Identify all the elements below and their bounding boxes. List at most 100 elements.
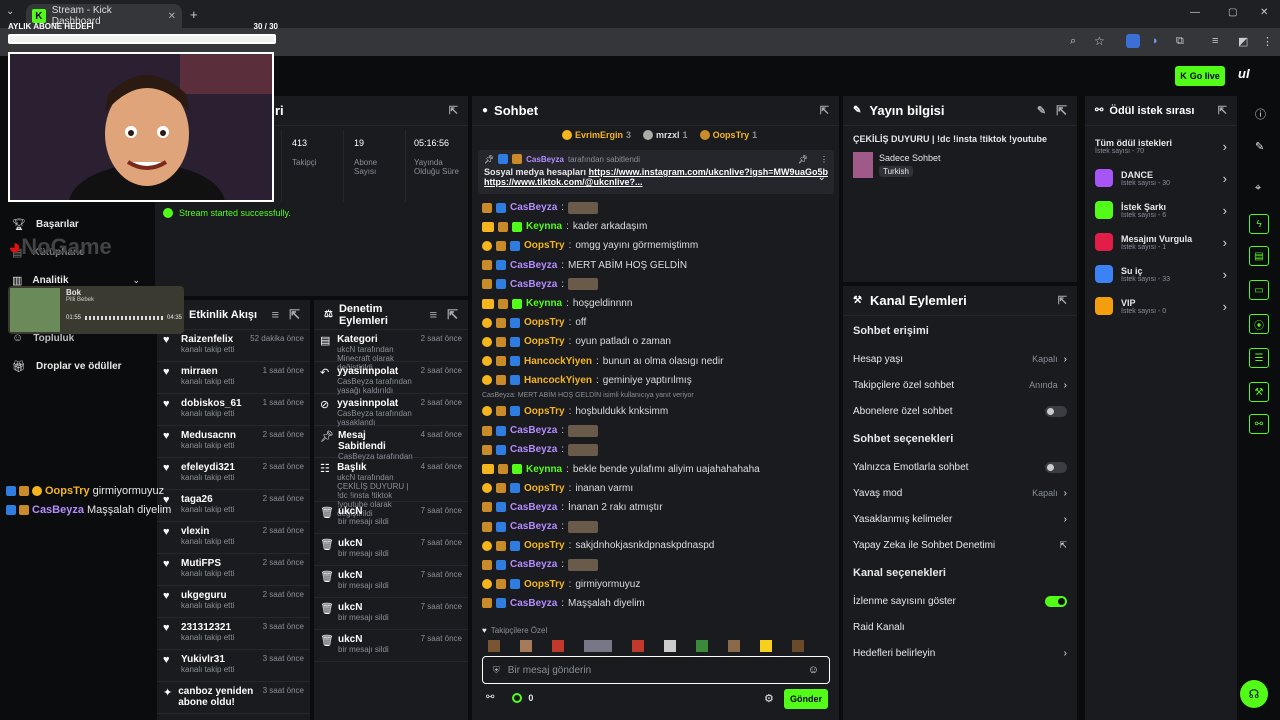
tab-close-icon[interactable]: ✕	[168, 11, 176, 22]
chat-username[interactable]: CasBeyza	[510, 202, 557, 213]
document-icon[interactable]: ▤	[1249, 246, 1269, 266]
go-live-button[interactable]: K Go live	[1175, 66, 1225, 86]
chat-message[interactable]: HancockYiyen: bunun aı olma olasıgı nedir	[482, 352, 832, 371]
emote-icon[interactable]	[792, 640, 804, 652]
activity-item[interactable]: ♥ taga26 kanalı takip etti 2 saat önce	[157, 490, 310, 522]
pinned-message[interactable]: 📌︎ CasBeyza tarafından sabitlendi 📌︎ ⋮ S…	[478, 150, 834, 194]
moderation-item[interactable]: 🗑︎ ukcN bir mesajı sildi 7 saat önce	[314, 534, 468, 566]
unpin-icon[interactable]: 📌︎	[798, 155, 808, 164]
scan-icon[interactable]: ⌖	[1255, 182, 1261, 195]
moderation-item[interactable]: 🗑︎ ukcN bir mesajı sildi 7 saat önce	[314, 598, 468, 630]
chat-username[interactable]: CasBeyza	[510, 279, 557, 290]
emote-icon[interactable]	[664, 640, 676, 652]
chat-username[interactable]: CasBeyza	[510, 444, 557, 455]
chat-message[interactable]: OopsTry: omgg yayını görmemiştimm	[482, 236, 832, 255]
gifter-1[interactable]: EvrimErgin 3	[562, 130, 631, 140]
reward-all[interactable]: Tüm ödül istekleri İstek sayısı - 70 ›	[1085, 130, 1237, 162]
chat-message[interactable]: CasBeyza: İnanan 2 rakı atmıştır	[482, 498, 832, 517]
subs-only-toggle[interactable]	[1045, 405, 1067, 417]
tiktok-link[interactable]: https://www.tiktok.com/@ukcnlive?...	[484, 177, 642, 187]
banned-words-row[interactable]: Yasaklanmış kelimeler ›	[843, 506, 1077, 532]
chat-icon[interactable]: ▭	[1249, 280, 1269, 300]
moderation-item[interactable]: 🗑︎ ukcN bir mesajı sildi 7 saat önce	[314, 630, 468, 662]
popout-icon[interactable]: ⇱	[447, 307, 458, 323]
chat-message[interactable]: CasBeyza:	[482, 421, 832, 440]
emote-icon[interactable]	[488, 640, 500, 652]
chat-message[interactable]: OopsTry: sakjdnhokjasnkdpnaskpdnaspd	[482, 536, 832, 555]
lightning-icon[interactable]: ϟ	[1249, 214, 1269, 234]
chat-username[interactable]: Keynna	[526, 221, 562, 232]
reward-item[interactable]: VIP İstek sayısı - 0 ›	[1085, 290, 1237, 322]
emote-icon[interactable]	[696, 640, 708, 652]
menu-list-icon[interactable]: ≡	[1212, 35, 1218, 47]
popout-icon[interactable]: ⇱	[449, 104, 458, 117]
sidebar-item-achievements[interactable]: 🏆︎ Başarılar	[12, 218, 79, 231]
activity-item[interactable]: ♥ ukgeguru kanalı takip etti 2 saat önce	[157, 586, 310, 618]
chat-message[interactable]: OopsTry: inanan varmı	[482, 479, 832, 498]
bookmark-star-icon[interactable]: ☆	[1094, 34, 1105, 48]
moderation-item[interactable]: ⊘ yyasinnpolat CasBeyza tarafından yasakla…	[314, 394, 468, 427]
new-tab-button[interactable]: +	[190, 7, 198, 22]
gear-icon[interactable]: ⚙	[764, 692, 774, 705]
chat-username[interactable]: CasBeyza	[510, 559, 557, 570]
emote-icon[interactable]	[584, 640, 612, 652]
popout-icon[interactable]: ⇱	[1058, 294, 1067, 307]
wrench-icon[interactable]: ⚒	[1249, 382, 1269, 402]
emote-icon[interactable]	[760, 640, 772, 652]
account-age-row[interactable]: Hesap yaşı Kapalı ›	[843, 346, 1077, 372]
instagram-link[interactable]: https://www.instagram.com/ukcnlive?igsh=…	[589, 167, 828, 177]
activity-item[interactable]: ♥ Raizenfelix kanalı takip etti 52 dakika ö…	[157, 330, 310, 362]
chat-message[interactable]: CasBeyza: MERT ABİM HOŞ GELDİN	[482, 256, 832, 275]
broadcast-icon[interactable]: ⦿	[1249, 314, 1269, 334]
chat-username[interactable]: HancockYiyen	[524, 375, 592, 386]
chat-message[interactable]: CasBeyza:	[482, 555, 832, 574]
gifter-3[interactable]: OopsTry 1	[699, 130, 757, 140]
moderation-item[interactable]: 🗑︎ ukcN bir mesajı sildi 7 saat önce	[314, 502, 468, 534]
chat-message[interactable]: CasBeyza:	[482, 440, 832, 459]
tab-search-icon[interactable]: ⌄	[6, 6, 20, 20]
chat-message[interactable]: Keynna: hoşgeldinnnn	[482, 294, 832, 313]
popout-icon[interactable]: ⇱	[289, 307, 300, 323]
edit-icon[interactable]: ✎	[1037, 104, 1046, 117]
sidebar-item-drops[interactable]: 🎁︎ Droplar ve ödüller	[12, 360, 122, 373]
chat-message[interactable]: CasBeyza: Maşşalah diyelim	[482, 594, 832, 613]
chat-username[interactable]: OopsTry	[524, 483, 565, 494]
emoji-icon[interactable]: ☺	[808, 664, 819, 676]
goals-row[interactable]: Hedefleri belirleyin ›	[843, 640, 1077, 666]
translate-extension-icon[interactable]	[1126, 34, 1140, 48]
info-icon[interactable]: ⓘ	[1255, 106, 1266, 122]
extensions-icon[interactable]: ⧉	[1176, 35, 1184, 48]
chat-message[interactable]: CasBeyza:	[482, 517, 832, 536]
raid-row[interactable]: Raid Kanalı	[843, 614, 1077, 640]
chat-username[interactable]: OopsTry	[524, 240, 565, 251]
reward-item[interactable]: İstek Şarkı İstek sayısı - 6 ›	[1085, 194, 1237, 226]
followers-only-row[interactable]: Takipçilere özel sohbet Anında ›	[843, 372, 1077, 398]
activity-item[interactable]: ♥ mirraen kanalı takip etti 1 saat önce	[157, 362, 310, 394]
chat-username[interactable]: CasBeyza	[510, 260, 557, 271]
emote-icon[interactable]	[552, 640, 564, 652]
reward-item[interactable]: Mesajını Vurgula İstek sayısı - 1 ›	[1085, 226, 1237, 258]
close-window-button[interactable]: ✕	[1260, 7, 1268, 18]
pencil-icon[interactable]: ✎	[1255, 140, 1264, 153]
gifter-2[interactable]: mrzxl 1	[643, 130, 688, 140]
chat-message[interactable]: OopsTry: oyun patladı o zaman	[482, 332, 832, 351]
activity-item[interactable]: ♥ 231312321 kanalı takip etti 3 saat önce	[157, 618, 310, 650]
activity-item[interactable]: ✦ canboz yeniden abone oldu! 3 saat önce	[157, 682, 310, 714]
chat-username[interactable]: OopsTry	[524, 317, 565, 328]
chat-username[interactable]: OopsTry	[524, 406, 565, 417]
popout-icon[interactable]: ⇱	[1056, 103, 1067, 119]
chat-input[interactable]: ⛨ Bir mesaj gönderin ☺	[482, 656, 830, 684]
kebab-icon[interactable]: ⋮	[820, 155, 828, 164]
activity-item[interactable]: ♥ dobiskos_61 kanalı takip etti 1 saat önce	[157, 394, 310, 426]
moderation-item[interactable]: ▤ Kategori ukcN tarafından Minecraft olara…	[314, 330, 468, 372]
chat-username[interactable]: CasBeyza	[510, 521, 557, 532]
emote-icon[interactable]	[632, 640, 644, 652]
chevron-down-icon[interactable]: ⌄	[818, 172, 826, 183]
chat-username[interactable]: CasBeyza	[510, 502, 557, 513]
moderation-item[interactable]: 📌︎ Mesaj Sabitlendi CasBeyza tarafından 4 s…	[314, 426, 468, 461]
chat-message[interactable]: OopsTry: hoşbuldukk knksimm	[482, 402, 832, 421]
activity-item[interactable]: ♥ Medusacnn kanalı takip etti 2 saat önce	[157, 426, 310, 458]
chat-username[interactable]: Keynna	[526, 464, 562, 475]
activity-item[interactable]: ♥ MutiFPS kanalı takip etti 2 saat önce	[157, 554, 310, 586]
chat-message[interactable]: CasBeyza:	[482, 275, 832, 294]
